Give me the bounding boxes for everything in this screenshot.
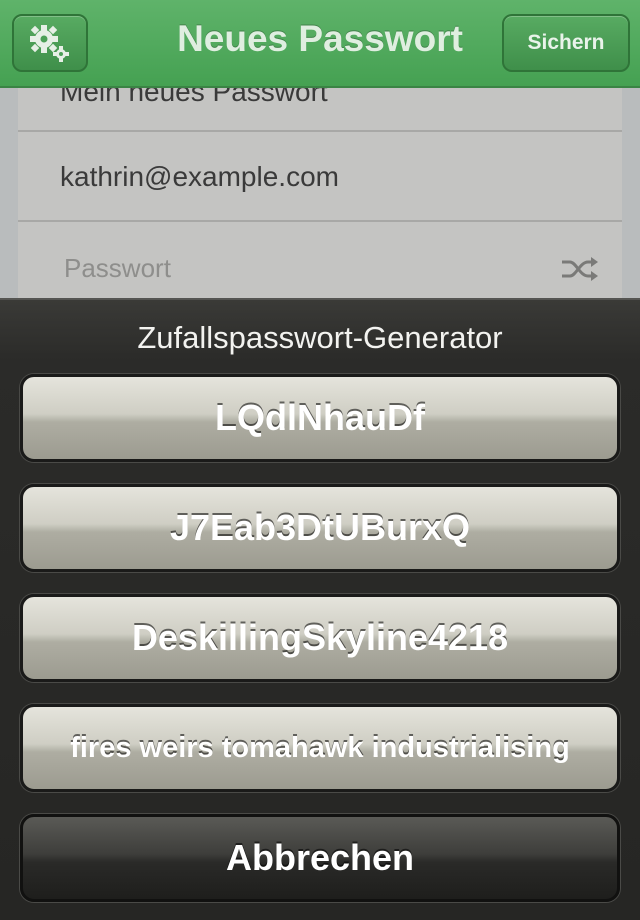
email-field-value: kathrin@example.com [60, 161, 339, 192]
password-option-button[interactable]: J7Eab3DtUBurxQ [20, 484, 620, 572]
navbar: Neues Passwort Sichern [0, 0, 640, 88]
password-option-button[interactable]: LQdlNhauDf [20, 374, 620, 462]
password-generator-sheet: Zufallspasswort-Generator LQdlNhauDf J7E… [0, 298, 640, 920]
password-field-placeholder: Passwort [64, 252, 171, 283]
password-option-button[interactable]: DeskillingSkyline4218 [20, 594, 620, 682]
email-field[interactable]: kathrin@example.com [18, 134, 622, 222]
shuffle-icon[interactable] [560, 254, 600, 284]
password-option-button[interactable]: fires weirs tomahawk industrialising [20, 704, 620, 792]
sheet-title: Zufallspasswort-Generator [137, 320, 503, 355]
form-card: Mein neues Passwort kathrin@example.com … [18, 60, 622, 320]
save-button[interactable]: Sichern [502, 14, 630, 72]
cancel-button[interactable]: Abbrechen [20, 814, 620, 902]
